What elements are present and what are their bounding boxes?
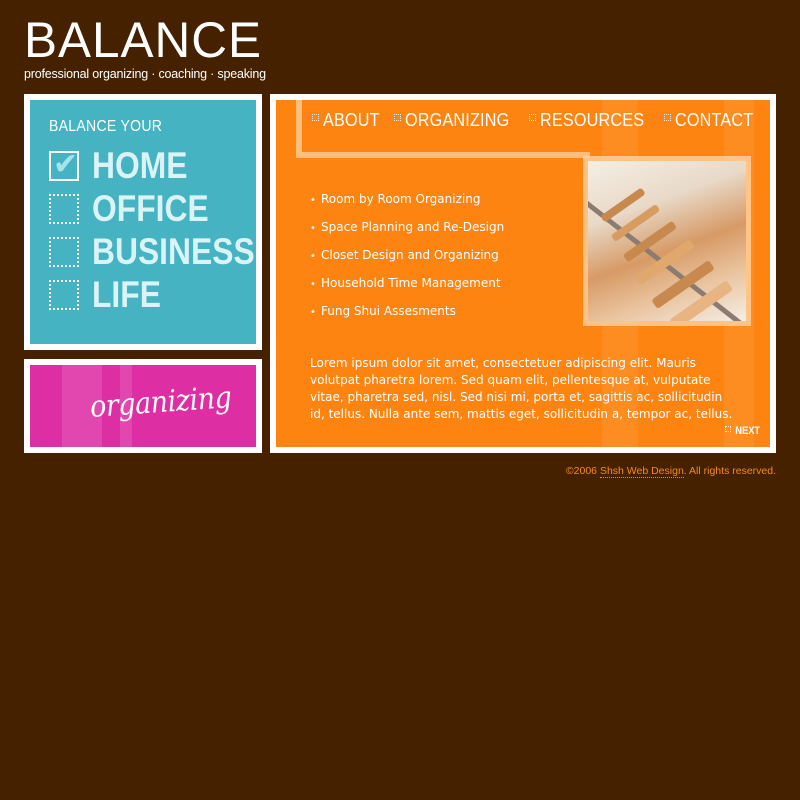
balance-item-label: HOME <box>92 145 188 186</box>
nav-bullet-icon <box>529 113 537 121</box>
nav-label: ABOUT <box>323 110 380 130</box>
nav-resources[interactable]: RESOURCES <box>529 110 656 131</box>
logo-title: BALANCE <box>24 12 263 68</box>
nav-contact[interactable]: CONTACT <box>663 110 762 131</box>
service-label: Closet Design and Organizing <box>321 248 499 262</box>
service-label: Fung Shui Assesments <box>321 304 456 318</box>
balance-your-panel: BALANCE YOUR ✔ HOME OFFICE BUSINESS LIFE <box>24 94 262 350</box>
bullet-icon: • <box>310 307 316 318</box>
service-label: Room by Room Organizing <box>321 192 481 206</box>
site-logo[interactable]: BALANCE professional organizing · coachi… <box>24 12 266 81</box>
nav-label: ORGANIZING <box>405 110 510 130</box>
balance-item-label: LIFE <box>92 274 161 315</box>
footer-copyright: ©2006 <box>565 465 598 477</box>
bullet-icon: • <box>310 251 316 262</box>
balance-item-home[interactable]: ✔ HOME <box>49 146 203 186</box>
balance-item-office[interactable]: OFFICE <box>49 189 228 229</box>
organizing-script-label: organizing <box>88 380 233 425</box>
main-content-inner: ABOUT ORGANIZING RESOURCES CONTACT • Roo… <box>276 100 770 447</box>
nav-about[interactable]: ABOUT <box>312 110 386 131</box>
nav-bullet-icon <box>394 113 402 121</box>
balance-heading: BALANCE YOUR <box>49 118 163 135</box>
service-label: Space Planning and Re-Design <box>321 220 505 234</box>
checkbox-empty-icon[interactable] <box>49 280 79 310</box>
nav-label: CONTACT <box>674 110 754 130</box>
nav-label: RESOURCES <box>540 110 645 130</box>
list-item: • Space Planning and Re-Design <box>310 214 504 242</box>
footer: ©2006 Shsh Web Design. All rights reserv… <box>565 465 776 478</box>
bullet-icon: • <box>310 223 316 234</box>
list-item: • Room by Room Organizing <box>310 186 504 214</box>
photo-frame <box>583 156 751 326</box>
next-label: NEXT <box>734 425 760 437</box>
balance-item-life[interactable]: LIFE <box>49 275 172 315</box>
checkbox-empty-icon[interactable] <box>49 237 79 267</box>
closet-hangers-photo <box>588 161 746 321</box>
logo-tagline: professional organizing · coaching · spe… <box>24 67 266 81</box>
checkbox-checked-icon[interactable]: ✔ <box>49 147 79 182</box>
next-link[interactable]: NEXT <box>724 425 762 437</box>
main-nav: ABOUT ORGANIZING RESOURCES CONTACT <box>312 110 762 131</box>
nav-bullet-icon <box>663 113 671 121</box>
bullet-icon: • <box>310 279 316 290</box>
body-paragraph: Lorem ipsum dolor sit amet, consectetuer… <box>310 356 733 421</box>
nav-organizing[interactable]: ORGANIZING <box>394 110 521 131</box>
list-item: • Household Time Management <box>310 270 504 298</box>
checkmark-icon: ✔ <box>53 147 79 182</box>
footer-rights: . All rights reserved. <box>683 465 776 477</box>
checkbox-empty-icon[interactable] <box>49 194 79 224</box>
organizing-banner[interactable]: organizing <box>24 359 262 453</box>
main-content-panel: ABOUT ORGANIZING RESOURCES CONTACT • Roo… <box>270 94 776 453</box>
service-label: Household Time Management <box>321 276 501 290</box>
footer-credit-link[interactable]: Shsh Web Design <box>599 465 684 478</box>
balance-item-label: BUSINESS <box>92 231 255 272</box>
balance-item-label: OFFICE <box>92 188 209 229</box>
list-item: • Fung Shui Assesments <box>310 298 504 326</box>
services-list: • Room by Room Organizing • Space Planning… <box>310 186 504 326</box>
balance-panel-inner: BALANCE YOUR ✔ HOME OFFICE BUSINESS LIFE <box>30 100 256 344</box>
bullet-icon: • <box>310 195 316 206</box>
nav-bullet-icon <box>312 113 320 121</box>
balance-item-business[interactable]: BUSINESS <box>49 232 281 272</box>
next-bullet-icon <box>724 425 731 432</box>
list-item: • Closet Design and Organizing <box>310 242 504 270</box>
organizing-banner-inner: organizing <box>30 365 256 447</box>
